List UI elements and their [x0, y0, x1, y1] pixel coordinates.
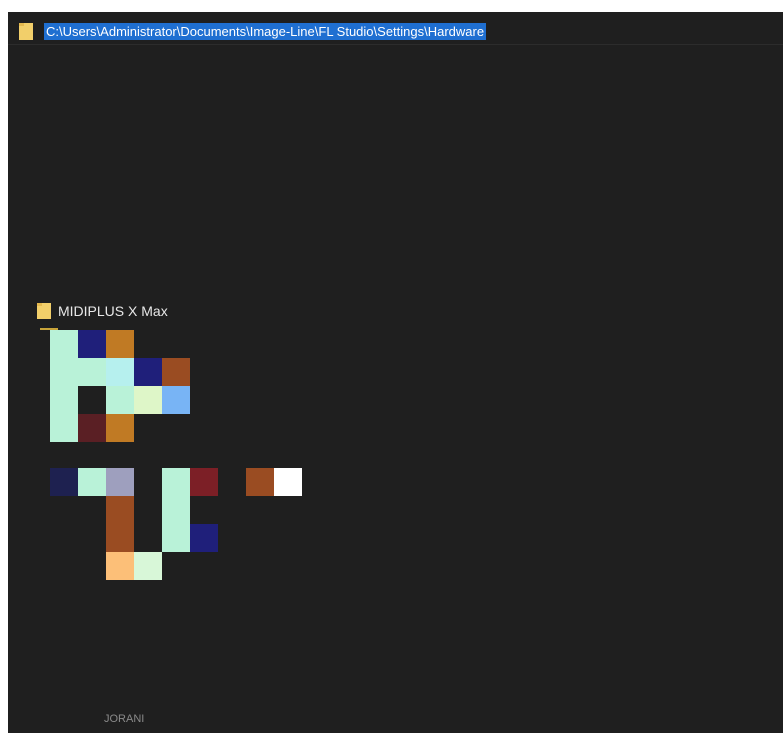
mosaic-tile — [50, 330, 78, 442]
mosaic-tile — [78, 414, 106, 442]
mosaic-tile — [134, 386, 162, 414]
mosaic-tile — [106, 414, 134, 442]
mosaic-tile — [274, 468, 302, 496]
mosaic-tile — [106, 358, 134, 386]
mosaic-tile — [106, 552, 134, 580]
mosaic-tile — [106, 468, 134, 496]
footer-label: JORANI — [104, 713, 145, 725]
mosaic-tile — [78, 468, 106, 496]
mosaic-tile — [190, 468, 218, 496]
file-explorer-window: C:\Users\Administrator\Documents\Image-L… — [8, 12, 783, 733]
mosaic-tile — [162, 468, 190, 552]
mosaic-tile — [162, 358, 190, 386]
mosaic-tile — [162, 386, 190, 414]
mosaic-tile — [106, 386, 134, 414]
mosaic-tile — [50, 468, 78, 496]
mosaic-tile — [246, 468, 274, 496]
mosaic-tile — [134, 358, 162, 386]
mosaic-tile — [134, 552, 162, 580]
mosaic-tile — [78, 358, 106, 386]
mosaic-tile — [78, 330, 106, 358]
mosaic-tile — [106, 496, 134, 552]
mosaic-tile — [190, 524, 218, 552]
preview-mosaic — [8, 12, 783, 733]
mosaic-tile — [106, 330, 134, 358]
